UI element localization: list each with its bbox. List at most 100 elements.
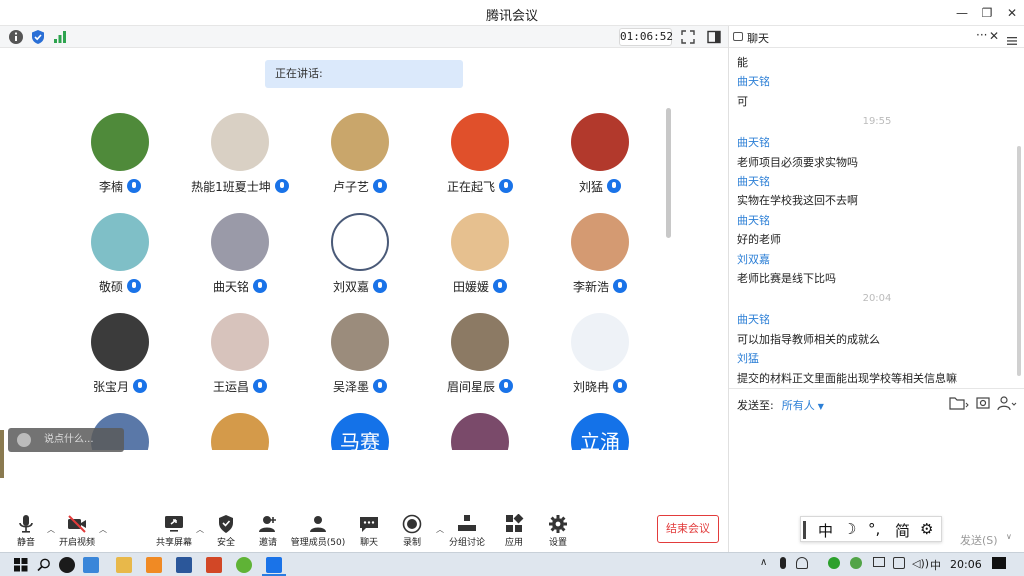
taskbar-clock[interactable]: 20:06 [950, 558, 982, 571]
powerpoint-icon[interactable] [206, 557, 222, 573]
video-button[interactable]: 开启视频 [47, 510, 107, 552]
chat-header: 聊天 ··· ✕ [729, 26, 1024, 48]
avatar [331, 113, 389, 171]
participant-name-text: 张宝月 [92, 380, 129, 394]
chat-sender: 刘猛 [737, 352, 759, 366]
app-icon[interactable] [83, 557, 99, 573]
participant-tile[interactable]: 李新浩 [540, 208, 660, 304]
ime-moon-icon[interactable]: ☽ [843, 520, 856, 538]
send-to-selector[interactable]: 发送至: 所有人 ▼ [737, 397, 824, 413]
participant-name: 热能1班夏士坤 [180, 178, 300, 195]
participant-tile[interactable] [180, 408, 300, 450]
participant-tile[interactable]: 田媛媛 [420, 208, 540, 304]
close-window-button[interactable]: ✕ [1000, 3, 1024, 23]
signal-icon[interactable] [52, 29, 68, 45]
chat-more-button[interactable]: ··· [976, 28, 987, 42]
taskbar: ∧ ◁)) 中 20:06 [0, 552, 1024, 576]
tray-battery-icon[interactable] [873, 557, 885, 567]
participant-tile[interactable]: 立涌 [540, 408, 660, 450]
fullscreen-icon[interactable] [680, 29, 696, 45]
qq-icon[interactable] [59, 557, 75, 573]
shield-icon[interactable] [30, 29, 46, 45]
info-icon[interactable] [8, 29, 24, 45]
participant-name: 刘猛 [540, 178, 660, 195]
participant-tile[interactable]: 刘猛 [540, 108, 660, 204]
ime-punct[interactable]: °, [868, 520, 880, 538]
participant-tile[interactable] [420, 408, 540, 450]
participant-name: 王运昌 [180, 378, 300, 395]
video-label: 开启视频 [58, 538, 95, 548]
participant-tile[interactable]: 卢子艺 [300, 108, 420, 204]
notification-icon[interactable] [992, 557, 1006, 569]
layout-icon[interactable] [706, 29, 722, 45]
ime-mode[interactable]: 中 [818, 520, 833, 541]
tray-security-icon[interactable] [850, 557, 862, 569]
send-options-caret[interactable]: ∨ [1006, 532, 1012, 541]
chat-sender: 曲天铭 [737, 313, 770, 327]
send-to-target[interactable]: 所有人 [782, 399, 815, 412]
side-handle[interactable] [0, 430, 4, 478]
person-icon[interactable] [997, 395, 1017, 411]
avatar [211, 213, 269, 271]
grid-scrollbar[interactable] [666, 108, 671, 238]
ime-gear-icon[interactable]: ⚙ [920, 520, 933, 538]
screenshot-icon[interactable] [975, 395, 991, 411]
participant-name-text: 热能1班夏士坤 [191, 180, 271, 194]
menu-icon[interactable] [1007, 31, 1017, 45]
participant-tile[interactable]: 张宝月 [60, 308, 180, 404]
participant-name-text: 李楠 [98, 180, 123, 194]
chevron-down-icon[interactable]: ▼ [818, 402, 824, 411]
chat-timestamp: 19:55 [862, 116, 892, 128]
chat-sender: 曲天铭 [737, 75, 770, 89]
participant-tile[interactable]: 眉间星辰 [420, 308, 540, 404]
microphone-icon [607, 179, 621, 193]
participant-name: 眉间星辰 [420, 378, 540, 395]
browser-icon[interactable] [146, 557, 162, 573]
restore-button[interactable]: ❐ [975, 3, 999, 23]
ime-handle[interactable] [803, 521, 806, 539]
avatar: 立涌 [571, 413, 629, 450]
chat-close-button[interactable]: ✕ [989, 29, 999, 43]
tray-display-icon[interactable] [893, 557, 905, 569]
send-button[interactable]: 发送(S) [960, 532, 998, 548]
participant-tile[interactable]: 马赛 [300, 408, 420, 450]
participant-tile[interactable]: 敬硕 [60, 208, 180, 304]
tray-expand-icon[interactable]: ∧ [760, 557, 767, 568]
participant-name-text: 田媛媛 [452, 280, 489, 294]
participant-tile[interactable]: 李楠 [60, 108, 180, 204]
participant-tile[interactable]: 王运昌 [180, 308, 300, 404]
avatar [571, 213, 629, 271]
file-explorer-icon[interactable] [116, 557, 132, 573]
ime-script[interactable]: 简 [895, 520, 910, 541]
record-button[interactable]: 录制 [382, 510, 442, 552]
breakout-icon [458, 515, 476, 531]
participant-tile[interactable]: 刘晓冉 [540, 308, 660, 404]
tray-wechat-icon[interactable] [828, 557, 840, 569]
participant-name-text: 李新浩 [572, 280, 609, 294]
speaking-indicator: 正在讲话: [265, 60, 463, 88]
tray-volume-icon[interactable]: ◁)) [912, 557, 929, 570]
participant-tile[interactable]: 刘双嘉 [300, 208, 420, 304]
word-icon[interactable] [176, 557, 192, 573]
participant-tile[interactable]: 正在起飞 [420, 108, 540, 204]
tray-language[interactable]: 中 [930, 557, 941, 573]
tencent-meeting-icon[interactable] [266, 557, 282, 573]
search-icon[interactable] [37, 558, 51, 572]
video-options-caret[interactable]: ︿ [99, 524, 107, 535]
participant-tile[interactable]: 曲天铭 [180, 208, 300, 304]
settings-button[interactable]: 设置 [528, 510, 588, 552]
share-screen-button[interactable]: 共享屏幕 [144, 510, 204, 552]
file-icon[interactable] [949, 395, 969, 411]
minimize-button[interactable]: — [950, 3, 974, 23]
floating-chat-input[interactable]: 说点什么... [8, 428, 124, 452]
participant-tile[interactable]: 吴泽墨 [300, 308, 420, 404]
tray-mic-icon[interactable] [780, 557, 786, 569]
edge-icon[interactable] [236, 557, 252, 573]
windows-start-icon[interactable] [14, 558, 28, 572]
end-meeting-button[interactable]: 结束会议 [657, 515, 719, 543]
tray-bell-icon[interactable] [796, 557, 808, 569]
participant-tile[interactable]: 热能1班夏士坤 [180, 108, 300, 204]
chat-scrollbar[interactable] [1017, 146, 1021, 376]
chat-sender: 曲天铭 [737, 136, 770, 150]
participant-name: 李新浩 [540, 278, 660, 295]
